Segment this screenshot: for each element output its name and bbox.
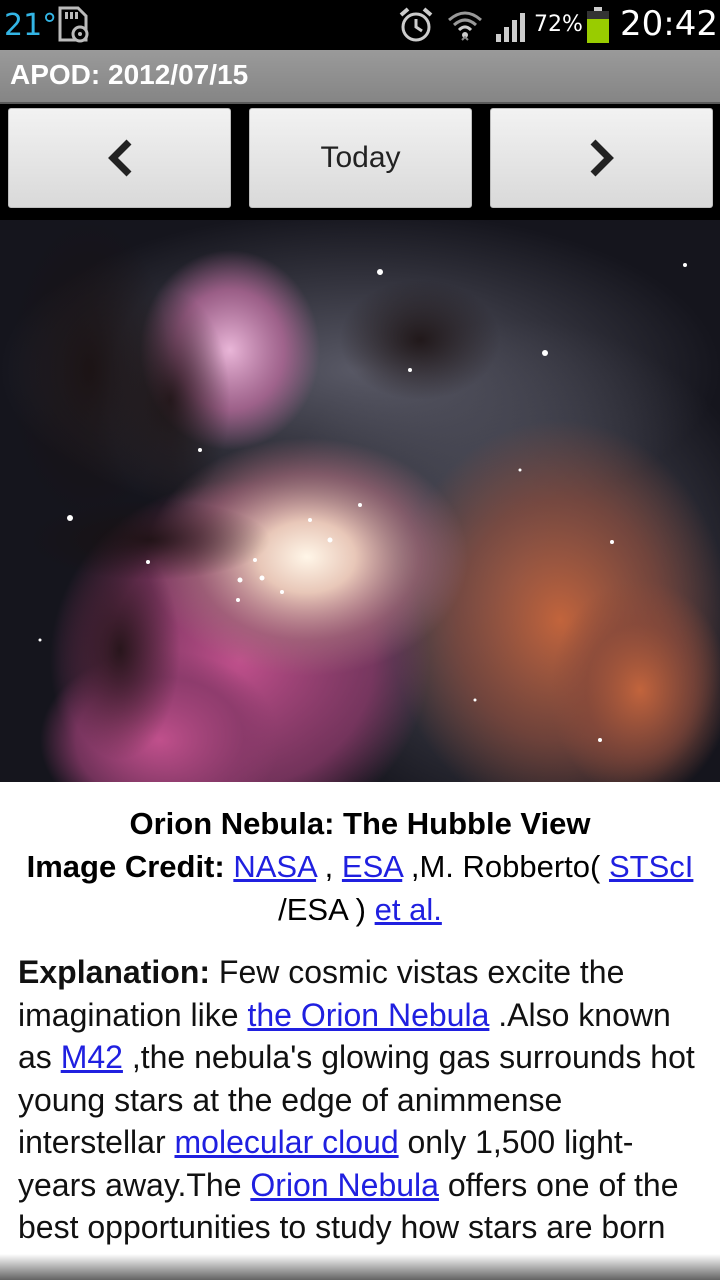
chevron-left-icon bbox=[107, 139, 131, 177]
image-caption: Orion Nebula: The Hubble View Image Cred… bbox=[0, 782, 720, 931]
credit-link-stsci[interactable]: STScI bbox=[609, 849, 693, 884]
credit-label: Image Credit: bbox=[26, 849, 225, 884]
alarm-icon bbox=[399, 7, 433, 42]
credit-link-et-al[interactable]: et al. bbox=[375, 892, 442, 927]
credit-text: ,M. Robberto( bbox=[402, 849, 601, 884]
status-bar: 21° 72% 20:42 bbox=[0, 0, 720, 50]
image-credit: Image Credit: NASA , ESA ,M. Robberto( S… bbox=[20, 845, 700, 931]
credit-link-esa[interactable]: ESA bbox=[342, 849, 402, 884]
next-day-button[interactable] bbox=[490, 108, 713, 208]
picture-title: Orion Nebula: The Hubble View bbox=[129, 806, 591, 841]
link-molecular-cloud[interactable]: molecular cloud bbox=[175, 1124, 399, 1160]
clock: 20:42 bbox=[620, 4, 718, 44]
date-navigation: Today bbox=[0, 104, 720, 220]
explanation-label: Explanation: bbox=[18, 954, 211, 990]
credit-separator: , bbox=[316, 849, 342, 884]
page-title: APOD: 2012/07/15 bbox=[10, 59, 249, 90]
astronomy-picture[interactable] bbox=[0, 220, 720, 782]
previous-day-button[interactable] bbox=[8, 108, 231, 208]
wifi-icon bbox=[448, 11, 482, 41]
app-title-bar: APOD: 2012/07/15 bbox=[0, 50, 720, 104]
explanation: Explanation: Few cosmic vistas excite th… bbox=[0, 931, 720, 1249]
article-content: Orion Nebula: The Hubble View Image Cred… bbox=[0, 782, 720, 1280]
chevron-right-icon bbox=[590, 139, 614, 177]
link-orion-nebula[interactable]: the Orion Nebula bbox=[247, 997, 489, 1033]
credit-text-2: /ESA ) bbox=[278, 892, 375, 927]
today-button[interactable]: Today bbox=[249, 108, 472, 208]
today-button-label: Today bbox=[320, 141, 401, 174]
temperature-indicator: 21° bbox=[4, 8, 58, 43]
link-m42[interactable]: M42 bbox=[61, 1039, 123, 1075]
battery-icon bbox=[587, 7, 609, 43]
signal-icon bbox=[496, 13, 525, 42]
battery-percent: 72% bbox=[534, 12, 583, 37]
link-orion-nebula-2[interactable]: Orion Nebula bbox=[250, 1167, 439, 1203]
scroll-fade bbox=[0, 1254, 720, 1280]
credit-link-nasa[interactable]: NASA bbox=[233, 849, 316, 884]
sd-card-settings-icon bbox=[58, 6, 89, 43]
nebula-image bbox=[0, 220, 720, 782]
